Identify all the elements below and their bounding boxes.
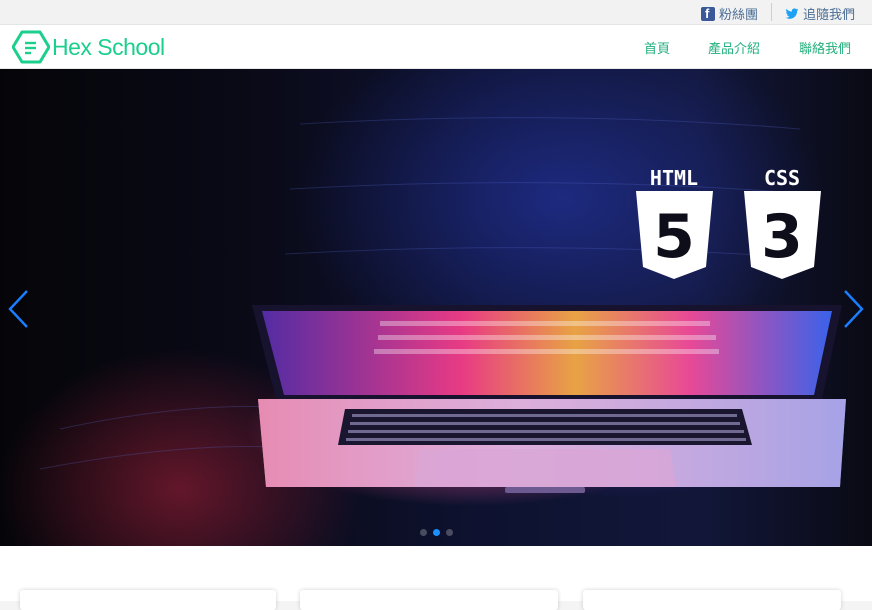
facebook-link[interactable]: 粉絲團 (701, 4, 758, 23)
content-section (0, 546, 872, 610)
twitter-icon (785, 7, 799, 19)
product-card[interactable] (583, 590, 841, 610)
nav-link-home[interactable]: 首頁 (644, 38, 670, 57)
logo-text: Hex School (52, 33, 165, 60)
carousel-next-button[interactable] (841, 289, 865, 329)
css3-badge: CSS 3 (744, 166, 821, 279)
product-card[interactable] (20, 590, 276, 610)
main-navbar: Hex School 首頁 產品介紹 聯絡我們 (0, 25, 872, 69)
hex-logo-icon (12, 30, 50, 64)
svg-text:5: 5 (653, 202, 695, 272)
twitter-link[interactable]: 追隨我們 (785, 4, 855, 23)
svg-text:3: 3 (761, 202, 803, 272)
twitter-label: 追隨我們 (803, 8, 856, 23)
facebook-label: 粉絲團 (719, 8, 759, 23)
top-utility-bar: 粉絲團 追隨我們 (0, 0, 872, 25)
carousel-prev-button[interactable] (7, 289, 31, 329)
nav-link-products[interactable]: 產品介紹 (708, 38, 760, 57)
logo[interactable]: Hex School (12, 30, 165, 64)
facebook-icon (701, 6, 715, 21)
hero-carousel: HTML 5 CSS 3 (0, 69, 872, 546)
carousel-dot-1[interactable] (419, 529, 427, 536)
html5-badge: HTML 5 (636, 166, 713, 279)
carousel-dot-3[interactable] (445, 529, 453, 536)
topbar-divider (771, 3, 772, 21)
svg-text:HTML: HTML (650, 166, 698, 190)
product-card[interactable] (300, 590, 558, 610)
carousel-dot-2[interactable] (432, 529, 440, 536)
carousel-indicators (0, 529, 872, 536)
nav-link-contact[interactable]: 聯絡我們 (799, 38, 851, 57)
hero-slide-image: HTML 5 CSS 3 (39, 117, 846, 493)
svg-text:CSS: CSS (764, 166, 800, 190)
